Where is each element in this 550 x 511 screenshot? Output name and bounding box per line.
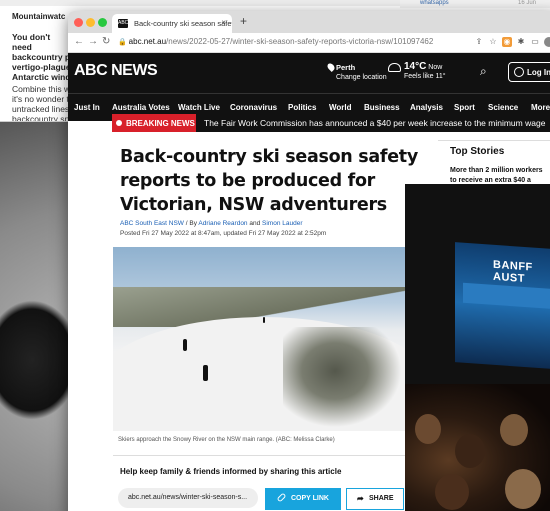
back-window-body-bold: You don't need backcountry p vertigo-pla… bbox=[12, 32, 71, 82]
breaking-news-text[interactable]: The Fair Work Commission has announced a… bbox=[204, 118, 545, 128]
overlay-auditorium-photo[interactable]: BANFF AUST bbox=[405, 184, 550, 511]
article-headline: Back-country ski season safety reports t… bbox=[120, 147, 418, 215]
location-pin-icon bbox=[326, 62, 336, 72]
address-bar[interactable]: ← → ↻ 🔒 abc.net.au/news/2022-05-27/winte… bbox=[68, 33, 550, 53]
temperature-label: Now bbox=[428, 64, 443, 71]
nav-item-watch-live[interactable]: Watch Live bbox=[178, 103, 220, 112]
nav-item-business[interactable]: Business bbox=[364, 103, 400, 112]
source-link[interactable]: ABC South East NSW bbox=[120, 220, 184, 227]
screen-text: BANFF AUST bbox=[493, 258, 533, 286]
nav-item-analysis[interactable]: Analysis bbox=[410, 103, 443, 112]
breaking-news-label: BREAKING NEWS bbox=[126, 119, 195, 128]
top-stories-heading: Top Stories bbox=[450, 146, 505, 157]
close-window-icon[interactable] bbox=[74, 18, 83, 27]
divider bbox=[113, 455, 405, 456]
abc-header: ABC NEWS Perth Change location 14°C Now … bbox=[68, 53, 550, 93]
top-stories-panel: Top Stories More than 2 million workers … bbox=[438, 140, 550, 190]
sidebar-icon[interactable]: ▭ bbox=[530, 37, 540, 47]
user-icon bbox=[514, 67, 524, 77]
photo-caption: Skiers approach the Snowy River on the N… bbox=[118, 437, 335, 443]
temperature: 14°C bbox=[404, 61, 427, 72]
copy-link-button[interactable]: COPY LINK bbox=[265, 488, 341, 510]
back-window-top-right: whatsapps 16 Jun bbox=[400, 0, 550, 8]
back-window-body: Combine this w it's no wonder t untracke… bbox=[12, 84, 71, 122]
nav-item-coronavirus[interactable]: Coronavirus bbox=[230, 103, 277, 112]
profile-avatar-icon[interactable] bbox=[544, 37, 550, 47]
audience-head bbox=[455, 434, 485, 468]
url-text[interactable]: 🔒 abc.net.au/news/2022-05-27/winter-ski-… bbox=[118, 37, 433, 46]
share-arrow-icon: ➦ bbox=[357, 494, 364, 503]
projection-screen: BANFF AUST bbox=[455, 242, 550, 370]
weather-widget[interactable]: 14°C Now Feels like 11° bbox=[388, 61, 446, 81]
tab-title: Back-country ski season safet bbox=[134, 19, 232, 28]
reload-icon[interactable]: ↻ bbox=[102, 36, 110, 47]
forward-arrow-icon[interactable]: → bbox=[88, 36, 98, 47]
nav-item-science[interactable]: Science bbox=[488, 103, 518, 112]
share-heading: Help keep family & friends informed by s… bbox=[120, 467, 342, 476]
nav-item-more[interactable]: More bbox=[531, 103, 550, 112]
back-window-link[interactable]: whatsapps bbox=[420, 0, 449, 6]
share-url-field[interactable]: abc.net.au/news/winter-ski-season-s... bbox=[118, 488, 258, 508]
breaking-news-bar[interactable]: BREAKING NEWS The Fair Work Commission h… bbox=[112, 114, 550, 132]
login-label: Log In bbox=[527, 68, 550, 77]
abc-news-logo[interactable]: ABC NEWS bbox=[74, 62, 158, 80]
bookmark-star-icon[interactable]: ☆ bbox=[488, 37, 498, 47]
article-photo[interactable] bbox=[113, 247, 405, 431]
extensions-puzzle-icon[interactable]: ✱ bbox=[516, 37, 526, 47]
nav-item-politics[interactable]: Politics bbox=[288, 103, 316, 112]
audience-head bbox=[505, 469, 541, 509]
article-posted-date: Posted Fri 27 May 2022 at 8:47am, update… bbox=[120, 230, 327, 237]
nav-item-australia-votes[interactable]: Australia Votes bbox=[112, 103, 170, 112]
extension-icon[interactable]: ◉ bbox=[502, 37, 512, 47]
nav-item-just-in[interactable]: Just In bbox=[74, 103, 100, 112]
byline-by: / By bbox=[183, 220, 199, 227]
share-page-icon[interactable]: ⇪ bbox=[474, 37, 484, 47]
author-link-2[interactable]: Simon Lauder bbox=[262, 220, 302, 227]
share-button[interactable]: ➦ SHARE bbox=[346, 488, 404, 510]
maximize-window-icon[interactable] bbox=[98, 18, 107, 27]
minimize-window-icon[interactable] bbox=[86, 18, 95, 27]
back-window-title: Mountainwatc bbox=[12, 12, 66, 21]
location-name: Perth bbox=[336, 63, 356, 72]
tab-close-icon[interactable]: × bbox=[221, 18, 226, 27]
audience-head bbox=[500, 414, 528, 446]
login-button[interactable]: Log In bbox=[508, 62, 550, 82]
photo-skier bbox=[263, 317, 265, 323]
photo-skier bbox=[183, 339, 187, 351]
rain-cloud-icon bbox=[388, 63, 401, 72]
browser-tab[interactable]: ABC Back-country ski season safet × bbox=[112, 14, 232, 33]
change-location-link[interactable]: Change location bbox=[336, 74, 387, 81]
photo-river-gully bbox=[283, 327, 405, 431]
audience-head bbox=[415, 414, 441, 444]
breaking-news-tag: BREAKING NEWS bbox=[112, 114, 196, 132]
audience-crowd bbox=[405, 384, 550, 511]
photo-skier bbox=[203, 365, 208, 381]
byline-and: and bbox=[247, 220, 263, 227]
share-label: SHARE bbox=[369, 495, 394, 502]
location-selector[interactable]: Perth Change location bbox=[326, 62, 387, 82]
top-story-link[interactable]: More than 2 million workers to receive a… bbox=[450, 166, 550, 186]
tab-bar: ABC Back-country ski season safet × + bbox=[68, 11, 550, 33]
audience-head bbox=[435, 474, 469, 510]
new-tab-icon[interactable]: + bbox=[240, 14, 247, 28]
abc-favicon-icon: ABC bbox=[118, 19, 129, 28]
nav-item-world[interactable]: World bbox=[329, 103, 352, 112]
author-link-1[interactable]: Adriane Reardon bbox=[198, 220, 247, 227]
link-icon bbox=[276, 492, 287, 503]
nav-item-sport[interactable]: Sport bbox=[454, 103, 475, 112]
screen-banner bbox=[463, 282, 550, 310]
back-window-date: 16 Jun bbox=[518, 0, 537, 6]
feels-like: Feels like 11° bbox=[404, 73, 446, 80]
article-byline: ABC South East NSW / By Adriane Reardon … bbox=[120, 220, 303, 227]
copy-link-label: COPY LINK bbox=[291, 495, 329, 502]
search-icon[interactable]: ⌕ bbox=[480, 64, 494, 78]
top-stories-rule bbox=[438, 140, 550, 141]
live-dot-icon bbox=[116, 120, 122, 126]
back-arrow-icon[interactable]: ← bbox=[74, 36, 84, 47]
